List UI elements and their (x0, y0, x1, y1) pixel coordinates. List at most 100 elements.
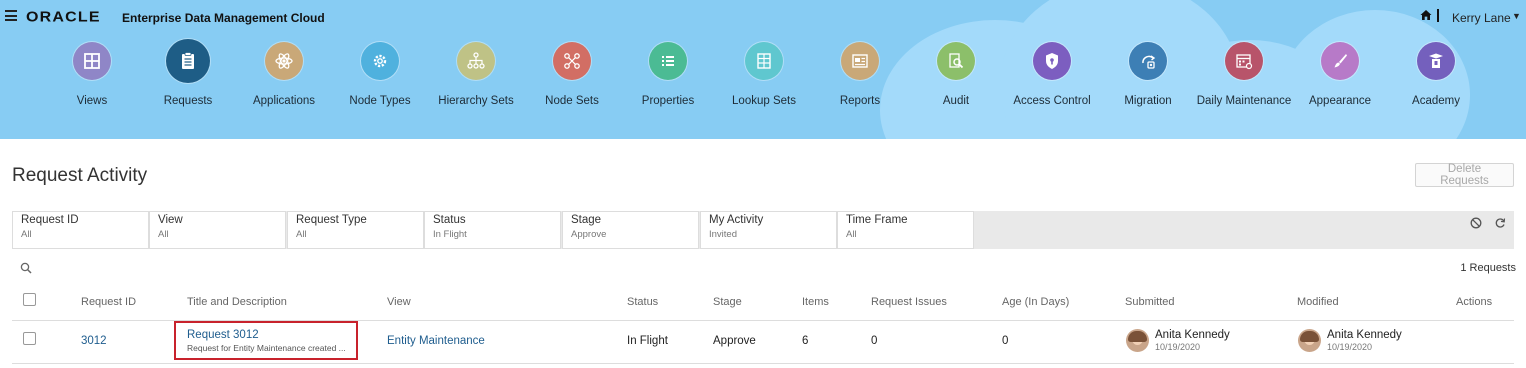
nav-audit[interactable]: Audit (908, 42, 1004, 107)
select-all-checkbox[interactable] (23, 293, 36, 306)
filter-label: Time Frame (846, 214, 908, 226)
filter-value: All (846, 229, 857, 240)
page-title: Request Activity (12, 165, 148, 186)
table-header: Request ID Title and Description View St… (12, 290, 1514, 321)
nav-label: Access Control (1013, 95, 1091, 107)
column-header-modified[interactable]: Modified (1297, 296, 1339, 308)
filter-value: Invited (709, 229, 737, 240)
header-banner: ORACLE Enterprise Data Management Cloud … (0, 0, 1526, 139)
submitted-by: Anita Kennedy 10/19/2020 (1155, 329, 1230, 352)
nav-label: Node Sets (545, 95, 599, 107)
nav-label: Applications (252, 95, 315, 107)
submitter-name: Anita Kennedy (1155, 329, 1230, 341)
filter-label: Request ID (21, 214, 79, 226)
filter-actions (1470, 217, 1506, 229)
oracle-logo: ORACLE (26, 9, 101, 26)
column-header-status[interactable]: Status (627, 296, 658, 308)
column-header-request-id[interactable]: Request ID (81, 296, 136, 308)
request-description: Request for Entity Maintenance created .… (187, 343, 346, 353)
request-title-cell[interactable]: Request 3012 Request for Entity Maintena… (174, 321, 358, 360)
nav-label: Lookup Sets (732, 95, 796, 107)
modified-by: Anita Kennedy 10/19/2020 (1327, 329, 1402, 352)
filter-label: Stage (571, 214, 602, 226)
filter-time-frame[interactable]: Time Frame All (837, 211, 974, 249)
nav-node-sets[interactable]: Node Sets (524, 42, 620, 107)
view-link[interactable]: Entity Maintenance (387, 335, 485, 347)
nav-views[interactable]: Views (44, 42, 140, 107)
column-header-stage[interactable]: Stage (713, 296, 742, 308)
items-value: 6 (802, 335, 809, 347)
hamburger-menu-icon[interactable] (5, 10, 17, 21)
nav-reports[interactable]: Reports (812, 42, 908, 107)
nav-daily-maintenance[interactable]: Daily Maintenance (1196, 42, 1292, 107)
filter-value: All (158, 229, 169, 240)
filter-status[interactable]: Status In Flight (424, 211, 561, 249)
calendar-icon (1225, 42, 1263, 80)
avatar (1126, 329, 1149, 352)
app-title: Enterprise Data Management Cloud (122, 11, 325, 25)
nav-requests[interactable]: Requests (140, 39, 236, 107)
column-header-submitted[interactable]: Submitted (1125, 296, 1175, 308)
filter-view[interactable]: View All (149, 211, 286, 249)
table-icon (745, 42, 783, 80)
nav-access-control[interactable]: Access Control (1004, 42, 1100, 107)
column-header-title[interactable]: Title and Description (187, 296, 287, 308)
brush-icon (1321, 42, 1359, 80)
filter-my-activity[interactable]: My Activity Invited (700, 211, 837, 249)
user-menu[interactable]: Kerry Lane (1452, 11, 1511, 25)
table-row[interactable]: 3012 Request 3012 Request for Entity Mai… (12, 321, 1514, 364)
search-icon[interactable] (20, 262, 32, 274)
nav-label: Migration (1124, 95, 1172, 107)
column-header-items[interactable]: Items (802, 296, 829, 308)
academy-icon (1417, 42, 1455, 80)
filter-label: View (158, 214, 183, 226)
request-id-link[interactable]: 3012 (81, 335, 107, 347)
clear-filter-icon[interactable] (1470, 217, 1482, 229)
filter-label: Status (433, 214, 466, 226)
delete-requests-button[interactable]: Delete Requests (1415, 163, 1514, 187)
column-header-request-issues[interactable]: Request Issues (871, 296, 947, 308)
migration-icon (1129, 42, 1167, 80)
nav-migration[interactable]: Migration (1100, 42, 1196, 107)
filter-bar: Request ID All View All Request Type All… (12, 211, 1514, 249)
column-header-actions: Actions (1456, 296, 1493, 308)
filter-request-type[interactable]: Request Type All (287, 211, 424, 249)
nav-label: Appearance (1308, 95, 1372, 107)
submitted-date: 10/19/2020 (1155, 342, 1201, 352)
nav-academy[interactable]: Academy (1388, 42, 1484, 107)
nav-node-types[interactable]: Node Types (332, 42, 428, 107)
filter-stage[interactable]: Stage Approve (562, 211, 699, 249)
navigator-bar: Views Requests Applications Node Types H… (44, 39, 1484, 107)
column-header-age[interactable]: Age (In Days) (1002, 296, 1069, 308)
nodes-icon (553, 42, 591, 80)
filter-value: Approve (571, 229, 607, 240)
nav-hierarchy-sets[interactable]: Hierarchy Sets (428, 42, 524, 107)
row-checkbox[interactable] (23, 332, 36, 345)
stage-value: Approve (713, 335, 756, 347)
chevron-down-icon[interactable]: ▼ (1512, 11, 1521, 21)
clipboard-icon (166, 39, 210, 83)
filter-label: Request Type (296, 214, 367, 226)
issues-value: 0 (871, 335, 878, 347)
shield-icon (1033, 42, 1071, 80)
top-bar: ORACLE Enterprise Data Management Cloud … (0, 0, 1526, 36)
filter-value: In Flight (433, 229, 467, 240)
status-value: In Flight (627, 335, 668, 347)
separator (1437, 9, 1439, 22)
list-icon (649, 42, 687, 80)
nav-label: Properties (641, 95, 695, 107)
home-icon[interactable] (1420, 9, 1432, 21)
nav-properties[interactable]: Properties (620, 42, 716, 107)
modified-date: 10/19/2020 (1327, 342, 1373, 352)
column-header-view[interactable]: View (387, 296, 411, 308)
filter-value: All (296, 229, 307, 240)
nav-label: Audit (942, 95, 970, 107)
filter-request-id[interactable]: Request ID All (12, 211, 149, 249)
nav-appearance[interactable]: Appearance (1292, 42, 1388, 107)
refresh-icon[interactable] (1494, 217, 1506, 229)
nav-lookup-sets[interactable]: Lookup Sets (716, 42, 812, 107)
nav-label: Academy (1412, 95, 1460, 107)
nav-applications[interactable]: Applications (236, 42, 332, 107)
modifier-name: Anita Kennedy (1327, 329, 1402, 341)
request-title-link[interactable]: Request 3012 (187, 329, 356, 341)
